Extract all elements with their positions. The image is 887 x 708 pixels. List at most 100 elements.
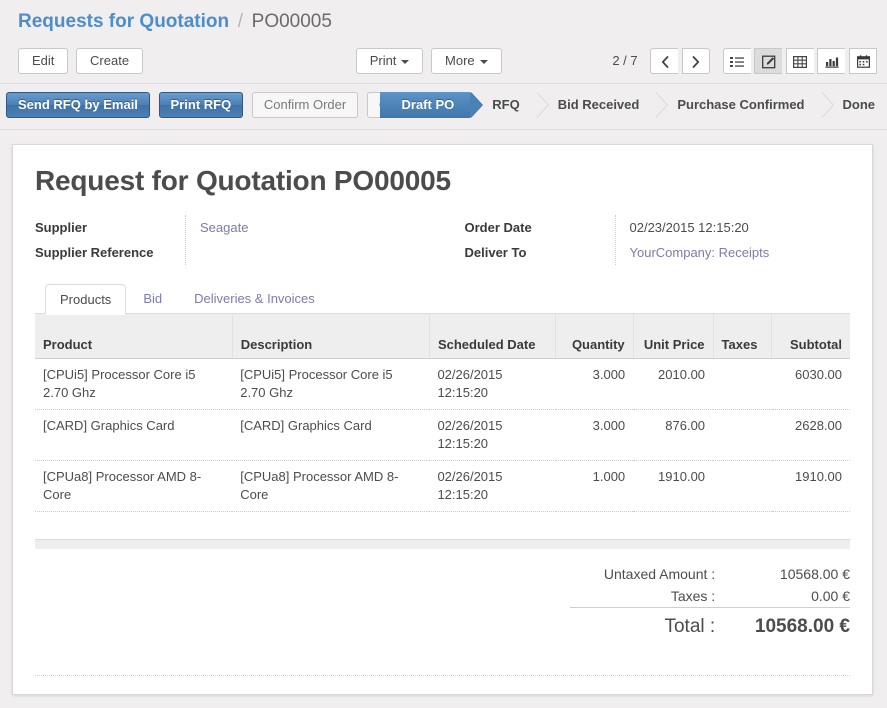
form-sheet: Request for Quotation PO00005 Supplier S… xyxy=(12,144,873,695)
tab-products[interactable]: Products xyxy=(45,284,126,315)
totals-row-untaxed: Untaxed Amount : 10568.00 € xyxy=(570,563,850,585)
view-switcher-form[interactable] xyxy=(754,48,782,74)
cell-quantity: 3.000 xyxy=(556,358,633,409)
cell-product: [CPUa8] Processor AMD 8-Core xyxy=(35,460,232,511)
value-supplier-reference[interactable] xyxy=(200,240,443,265)
table-header-row: Product Description Scheduled Date Quant… xyxy=(35,314,850,358)
cell-subtotal: 1910.00 xyxy=(772,460,850,511)
confirm-order-button[interactable]: Confirm Order xyxy=(252,92,358,118)
breadcrumb-parent-link[interactable]: Requests for Quotation xyxy=(18,11,229,32)
order-lines-table: Product Description Scheduled Date Quant… xyxy=(35,314,850,549)
label-untaxed-amount: Untaxed Amount : xyxy=(570,563,729,585)
breadcrumb: Requests for Quotation / PO00005 xyxy=(0,0,887,42)
value-order-date[interactable]: 02/23/2015 12:15:20 xyxy=(630,215,851,240)
totals-row-total: Total : 10568.00 € xyxy=(570,608,850,642)
field-group-right: Order Date Deliver To 02/23/2015 12:15:2… xyxy=(443,215,851,265)
column-header-unit-price[interactable]: Unit Price xyxy=(633,314,713,358)
create-button[interactable]: Create xyxy=(76,48,143,74)
view-switcher-kanban[interactable] xyxy=(786,48,814,74)
table-empty-row[interactable] xyxy=(35,511,850,539)
totals-row-taxes: Taxes : 0.00 € xyxy=(570,585,850,608)
cell-unit-price: 1910.00 xyxy=(633,460,713,511)
cell-quantity: 1.000 xyxy=(556,460,633,511)
status-bar: Draft PO RFQ Bid Received Purchase Confi… xyxy=(380,92,887,118)
cell-product: [CPUi5] Processor Core i5 2.70 Ghz xyxy=(35,358,232,409)
record-pager: 2 / 7 xyxy=(612,48,637,74)
field-group-left: Supplier Supplier Reference Seagate xyxy=(35,215,443,265)
print-label: Print xyxy=(370,53,397,68)
chevron-down-icon xyxy=(480,60,488,64)
label-supplier: Supplier xyxy=(35,215,185,240)
table-footer-row xyxy=(35,539,850,549)
table-footer-bar xyxy=(35,539,850,549)
label-taxes: Taxes : xyxy=(570,585,729,608)
cell-quantity: 3.000 xyxy=(556,409,633,460)
cell-description: [CPUa8] Processor AMD 8-Core xyxy=(232,460,429,511)
print-dropdown-button[interactable]: Print xyxy=(356,48,424,74)
view-switcher xyxy=(723,48,878,74)
cell-description: [CARD] Graphics Card xyxy=(232,409,429,460)
left-values: Seagate xyxy=(185,215,443,265)
view-switcher-calendar[interactable] xyxy=(849,48,877,74)
view-switcher-list[interactable] xyxy=(723,48,751,74)
right-values: 02/23/2015 12:15:20 YourCompany: Receipt… xyxy=(615,215,851,265)
left-labels: Supplier Supplier Reference xyxy=(35,215,185,265)
column-header-description[interactable]: Description xyxy=(232,314,429,358)
chevron-left-icon xyxy=(661,56,669,68)
status-stage-draft-po[interactable]: Draft PO xyxy=(380,92,471,118)
tab-bid[interactable]: Bid xyxy=(128,283,177,314)
label-order-date: Order Date xyxy=(465,215,615,240)
chevron-right-icon xyxy=(692,56,700,68)
calendar-icon xyxy=(857,55,870,68)
edit-button[interactable]: Edit xyxy=(18,48,68,74)
value-total: 10568.00 € xyxy=(729,608,850,642)
view-switcher-graph[interactable] xyxy=(817,48,845,74)
table-row[interactable]: [CPUa8] Processor AMD 8-Core [CPUa8] Pro… xyxy=(35,460,850,511)
action-bar: Send RFQ by Email Print RFQ Confirm Orde… xyxy=(0,84,887,130)
bottom-divider xyxy=(35,675,850,676)
value-supplier[interactable]: Seagate xyxy=(200,215,443,240)
print-rfq-button[interactable]: Print RFQ xyxy=(159,92,244,118)
odoo-form-view: Requests for Quotation / PO00005 Edit Cr… xyxy=(0,0,887,708)
value-untaxed-amount: 10568.00 € xyxy=(729,563,850,585)
print-more-group: Print More xyxy=(356,48,506,74)
totals-table: Untaxed Amount : 10568.00 € Taxes : 0.00… xyxy=(570,563,850,641)
previous-record-button[interactable] xyxy=(650,48,678,74)
page-title: Request for Quotation PO00005 xyxy=(35,165,850,197)
column-header-product[interactable]: Product xyxy=(35,314,232,358)
more-label: More xyxy=(445,53,475,68)
grid-icon xyxy=(793,56,807,68)
send-rfq-by-email-button[interactable]: Send RFQ by Email xyxy=(6,92,150,118)
table-body: [CPUi5] Processor Core i5 2.70 Ghz [CPUi… xyxy=(35,358,850,539)
cell-scheduled-date: 02/26/2015 12:15:20 xyxy=(429,460,555,511)
table-header: Product Description Scheduled Date Quant… xyxy=(35,314,850,358)
value-deliver-to[interactable]: YourCompany: Receipts xyxy=(630,240,851,265)
breadcrumb-current: PO00005 xyxy=(252,11,332,32)
status-stage-purchase-confirmed[interactable]: Purchase Confirmed xyxy=(655,92,820,118)
pager-and-views: 2 / 7 xyxy=(612,48,877,74)
column-header-scheduled-date[interactable]: Scheduled Date xyxy=(429,314,555,358)
list-icon xyxy=(730,56,744,68)
cell-scheduled-date: 02/26/2015 12:15:20 xyxy=(429,409,555,460)
cell-taxes xyxy=(713,358,772,409)
cell-taxes xyxy=(713,409,772,460)
totals-section: Untaxed Amount : 10568.00 € Taxes : 0.00… xyxy=(35,563,850,641)
table-row[interactable]: [CPUi5] Processor Core i5 2.70 Ghz [CPUi… xyxy=(35,358,850,409)
column-header-quantity[interactable]: Quantity xyxy=(556,314,633,358)
cell-taxes xyxy=(713,460,772,511)
breadcrumb-separator: / xyxy=(233,11,248,32)
column-header-subtotal[interactable]: Subtotal xyxy=(772,314,850,358)
value-taxes: 0.00 € xyxy=(729,585,850,608)
next-record-button[interactable] xyxy=(682,48,710,74)
add-line-area[interactable] xyxy=(35,511,850,539)
more-dropdown-button[interactable]: More xyxy=(431,48,502,74)
table-row[interactable]: [CARD] Graphics Card [CARD] Graphics Car… xyxy=(35,409,850,460)
column-header-taxes[interactable]: Taxes xyxy=(713,314,772,358)
cell-unit-price: 2010.00 xyxy=(633,358,713,409)
right-labels: Order Date Deliver To xyxy=(465,215,615,265)
status-stage-bid-received[interactable]: Bid Received xyxy=(536,92,656,118)
cell-scheduled-date: 02/26/2015 12:15:20 xyxy=(429,358,555,409)
pager-nav-group xyxy=(650,48,710,74)
label-deliver-to: Deliver To xyxy=(465,240,615,265)
tab-deliveries-invoices[interactable]: Deliveries & Invoices xyxy=(179,283,330,314)
